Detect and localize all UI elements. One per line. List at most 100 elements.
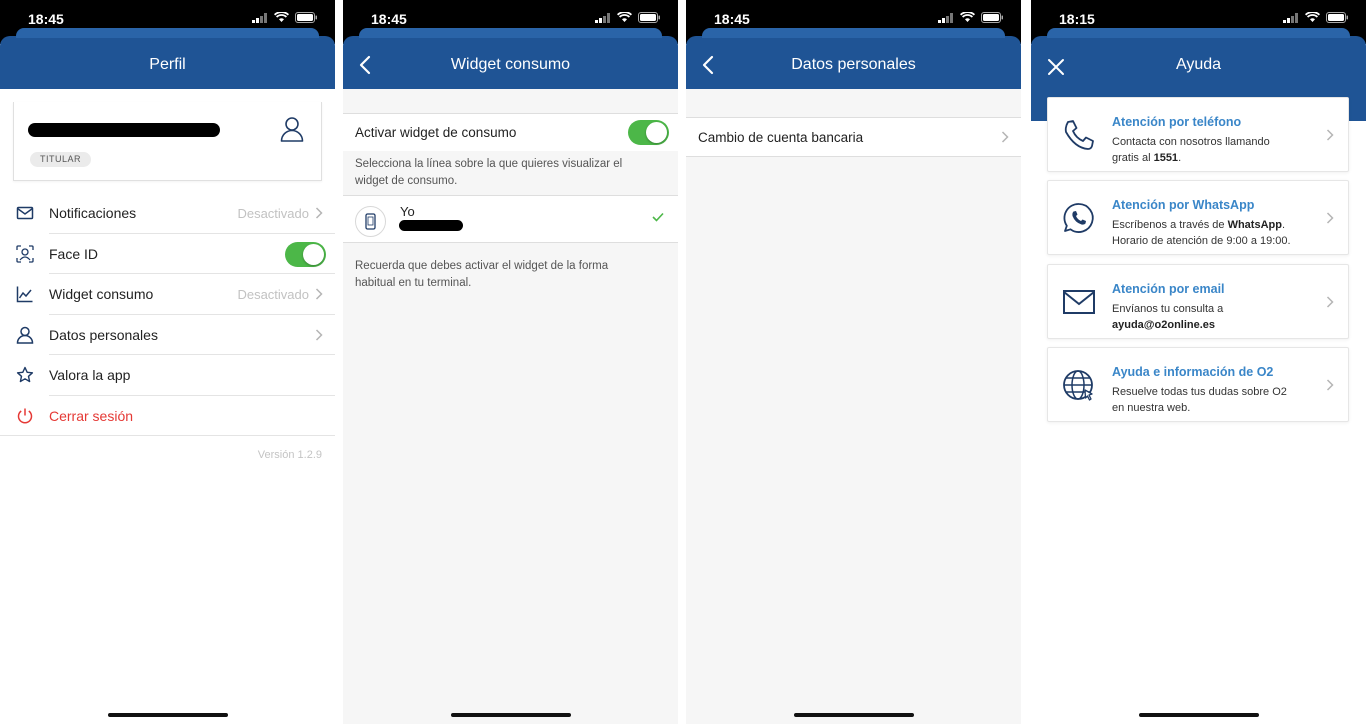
help-card-email[interactable]: Atención por email Envíanos tu consulta … xyxy=(1047,264,1349,339)
signal-icon xyxy=(252,12,267,23)
status-icons xyxy=(938,12,1003,23)
help-card-whatsapp[interactable]: Atención por WhatsApp Escríbenos a travé… xyxy=(1047,180,1349,255)
menu-item-datos-personales[interactable]: Datos personales xyxy=(0,315,335,356)
status-badge: TITULAR xyxy=(30,152,92,167)
star-icon xyxy=(16,366,34,383)
phone-number: 1551 xyxy=(1153,152,1179,164)
widget-note: Recuerda que debes activar el widget de … xyxy=(355,260,609,289)
status-time: 18:45 xyxy=(371,11,407,27)
line-row[interactable] xyxy=(343,196,678,242)
desc-line: Envíanos tu consulta a xyxy=(1112,303,1224,315)
home-indicator[interactable] xyxy=(107,713,228,717)
bank-account-row[interactable]: Cambio de cuenta bancaria xyxy=(686,118,1021,156)
menu-item-cerrar-sesion[interactable]: Cerrar sesión xyxy=(0,396,335,437)
help-card-description: Envíanos tu consulta a ayuda@o2online.es xyxy=(1112,301,1312,333)
checkmark-icon xyxy=(652,212,664,222)
home-indicator[interactable] xyxy=(1138,713,1259,717)
desc-text: gratis al xyxy=(1112,152,1154,164)
mail-icon xyxy=(16,206,34,220)
menu-item-label: Widget consumo xyxy=(49,286,154,302)
version-label: Versión 1.2.9 xyxy=(257,449,322,461)
desc-line: Horario de atención de 9:00 a 19:00. xyxy=(1112,235,1291,247)
menu-item-label: Notificaciones xyxy=(49,205,137,221)
page-title: Perfil xyxy=(149,56,186,73)
chevron-right-icon xyxy=(1326,379,1334,391)
help-card-phone[interactable]: Atención por teléfono Contacta con nosot… xyxy=(1047,97,1349,172)
face-id-toggle[interactable] xyxy=(285,241,326,267)
widget-toggle[interactable] xyxy=(628,120,669,145)
menu-item-value: Desactivado xyxy=(237,206,309,221)
help-card-description: Resuelve todas tus dudas sobre O2 en nue… xyxy=(1112,384,1312,416)
wifi-icon xyxy=(274,12,289,22)
line-avatar xyxy=(355,206,386,237)
power-icon xyxy=(17,408,33,424)
help-card-title: Atención por email xyxy=(1112,282,1225,296)
wifi-icon xyxy=(1305,12,1320,22)
wifi-icon xyxy=(960,12,975,22)
signal-icon xyxy=(595,12,610,23)
profile-card: TITULAR xyxy=(13,102,322,181)
whatsapp-label: WhatsApp xyxy=(1227,219,1282,231)
battery-icon xyxy=(295,12,317,23)
toggle-knob xyxy=(303,243,324,265)
phone-icon xyxy=(1064,120,1094,150)
profile-menu: Notificaciones Desactivado Face ID Widge… xyxy=(0,193,335,436)
nav-bar: Widget consumo xyxy=(343,28,678,89)
desc-line: Resuelve todas tus dudas sobre O2 xyxy=(1112,386,1287,398)
signal-icon xyxy=(938,12,953,23)
menu-item-value: Desactivado xyxy=(237,287,309,302)
select-line-text: Selecciona la línea sobre la que quieres… xyxy=(355,158,623,187)
help-card-title: Atención por WhatsApp xyxy=(1112,198,1255,212)
status-icons xyxy=(252,12,317,23)
menu-item-label: Face ID xyxy=(49,245,99,262)
whatsapp-icon xyxy=(1063,203,1094,233)
help-card-web[interactable]: Ayuda e información de O2 Resuelve todas… xyxy=(1047,347,1349,422)
face-id-icon xyxy=(16,244,34,263)
page-title: Datos personales xyxy=(791,56,916,73)
help-card-description: Escríbenos a través de WhatsApp. Horario… xyxy=(1112,217,1312,249)
menu-item-widget-consumo[interactable]: Widget consumo Desactivado xyxy=(0,274,335,315)
nav-bar: Datos personales xyxy=(686,28,1021,89)
chevron-right-icon xyxy=(1001,131,1009,143)
divider xyxy=(343,242,678,243)
desc-line: en nuestra web. xyxy=(1112,402,1191,414)
help-card-title: Ayuda e información de O2 xyxy=(1112,365,1274,379)
status-time: 18:15 xyxy=(1059,11,1095,27)
mail-icon xyxy=(1063,290,1095,314)
chart-icon xyxy=(16,286,33,303)
menu-item-label: Datos personales xyxy=(49,326,158,343)
chevron-right-icon xyxy=(315,288,323,300)
ayuda-screen: 18:15 Ayuda Atención por teléfono Contac… xyxy=(1031,0,1366,724)
page-title: Ayuda xyxy=(1175,56,1222,73)
help-card-description: Contacta con nosotros llamando gratis al… xyxy=(1112,134,1312,166)
menu-item-valora-app[interactable]: Valora la app xyxy=(0,355,335,396)
signal-icon xyxy=(1283,12,1298,23)
divider xyxy=(686,156,1021,157)
person-icon xyxy=(16,326,34,344)
battery-icon xyxy=(1326,12,1348,23)
chevron-right-icon xyxy=(1326,296,1334,308)
line-name: Yo xyxy=(400,204,415,219)
status-icons xyxy=(1283,12,1348,23)
profile-screen: 18:45 Perfil TITULAR Notificaciones Desa… xyxy=(0,0,335,724)
page-title: Widget consumo xyxy=(450,56,571,73)
nav-bar: Perfil xyxy=(0,28,335,89)
menu-item-face-id: Face ID xyxy=(0,234,335,275)
phone-icon xyxy=(365,213,376,230)
battery-icon xyxy=(981,12,1003,23)
globe-icon xyxy=(1063,370,1093,401)
widget-screen: 18:45 Widget consumo Activar widget de c… xyxy=(343,0,678,724)
home-indicator[interactable] xyxy=(450,713,571,717)
datos-personales-screen: 18:45 Datos personales Cambio de cuenta … xyxy=(686,0,1021,724)
menu-item-label: Cerrar sesión xyxy=(49,407,134,424)
desc-text: . xyxy=(1178,152,1182,164)
wifi-icon xyxy=(617,12,632,22)
toggle-row: Activar widget de consumo xyxy=(343,114,678,151)
status-time: 18:45 xyxy=(714,11,750,27)
user-icon xyxy=(280,117,304,142)
desc-text: . xyxy=(1281,219,1286,231)
row-label: Cambio de cuenta bancaria xyxy=(698,130,864,145)
menu-item-notificaciones[interactable]: Notificaciones Desactivado xyxy=(0,193,335,234)
desc-text: Escríbenos a través de xyxy=(1112,219,1228,231)
home-indicator[interactable] xyxy=(793,713,914,717)
